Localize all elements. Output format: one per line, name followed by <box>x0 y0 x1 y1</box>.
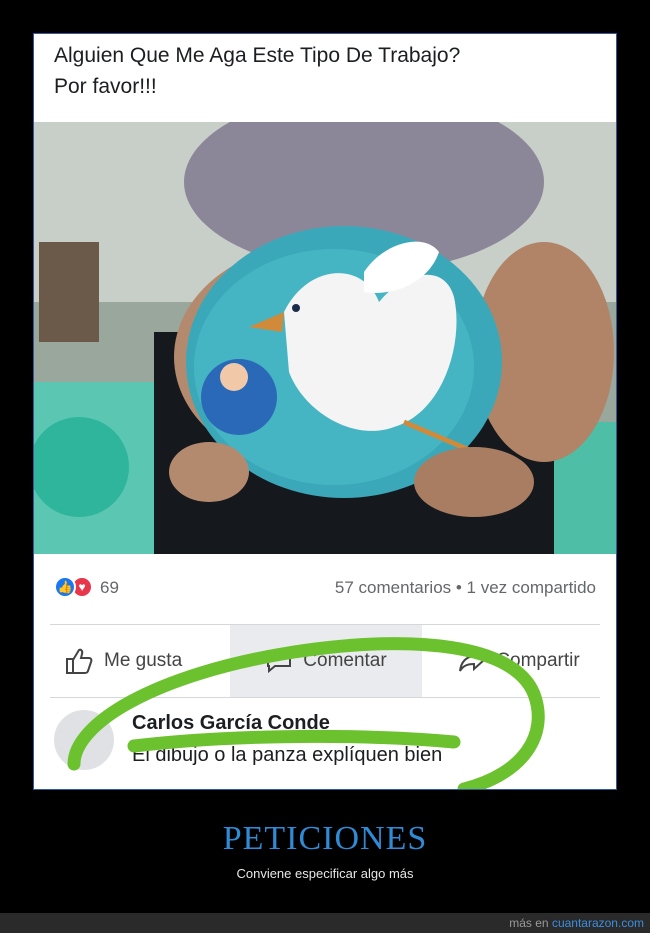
post-card: Alguien Que Me Aga Este Tipo De Trabajo?… <box>33 33 617 790</box>
share-arrow-icon <box>459 648 486 672</box>
footer-prefix: más en <box>509 916 549 930</box>
comment-button-label: Comentar <box>303 650 387 671</box>
comments-shares-count[interactable]: 57 comentarios • 1 vez compartido <box>335 578 596 598</box>
share-button-label: Compartir <box>496 650 580 671</box>
painted-belly-illustration <box>34 122 616 554</box>
comment-text: El dibujo o la panza explíquen bien <box>132 744 443 766</box>
site-link[interactable]: cuantarazon.com <box>552 916 644 930</box>
footer-text: más en cuantarazon.com <box>509 916 644 930</box>
comment-author[interactable]: Carlos García Conde <box>132 712 330 735</box>
comment-icon <box>267 650 292 674</box>
like-button[interactable]: Me gusta <box>54 625 229 697</box>
caption-subtitle: Conviene especificar algo más <box>236 866 414 881</box>
post-actions: Me gusta Comentar Compartir <box>34 625 616 697</box>
like-button-label: Me gusta <box>104 650 183 671</box>
post-title: Alguien Que Me Aga Este Tipo De Trabajo?… <box>54 40 604 102</box>
comment-button[interactable]: Comentar <box>230 625 422 697</box>
post-title-line-1: Alguien Que Me Aga Este Tipo De Trabajo? <box>54 44 461 67</box>
share-button[interactable]: Compartir <box>422 625 616 697</box>
like-reaction-icon[interactable]: 👍 <box>54 576 76 598</box>
comment: Carlos García Conde El dibujo o la panza… <box>34 698 616 789</box>
post-photo[interactable] <box>34 122 616 554</box>
reaction-count[interactable]: 69 <box>100 578 119 598</box>
footer-bar: más en cuantarazon.com <box>0 913 650 933</box>
avatar[interactable] <box>54 710 114 770</box>
thumbs-up-icon <box>66 648 93 674</box>
reactions-bar: 👍 ♥ 69 57 comentarios • 1 vez compartido <box>34 564 616 614</box>
caption-title: PETICIONES <box>222 820 428 857</box>
post-title-line-2: Por favor!!! <box>54 75 157 98</box>
